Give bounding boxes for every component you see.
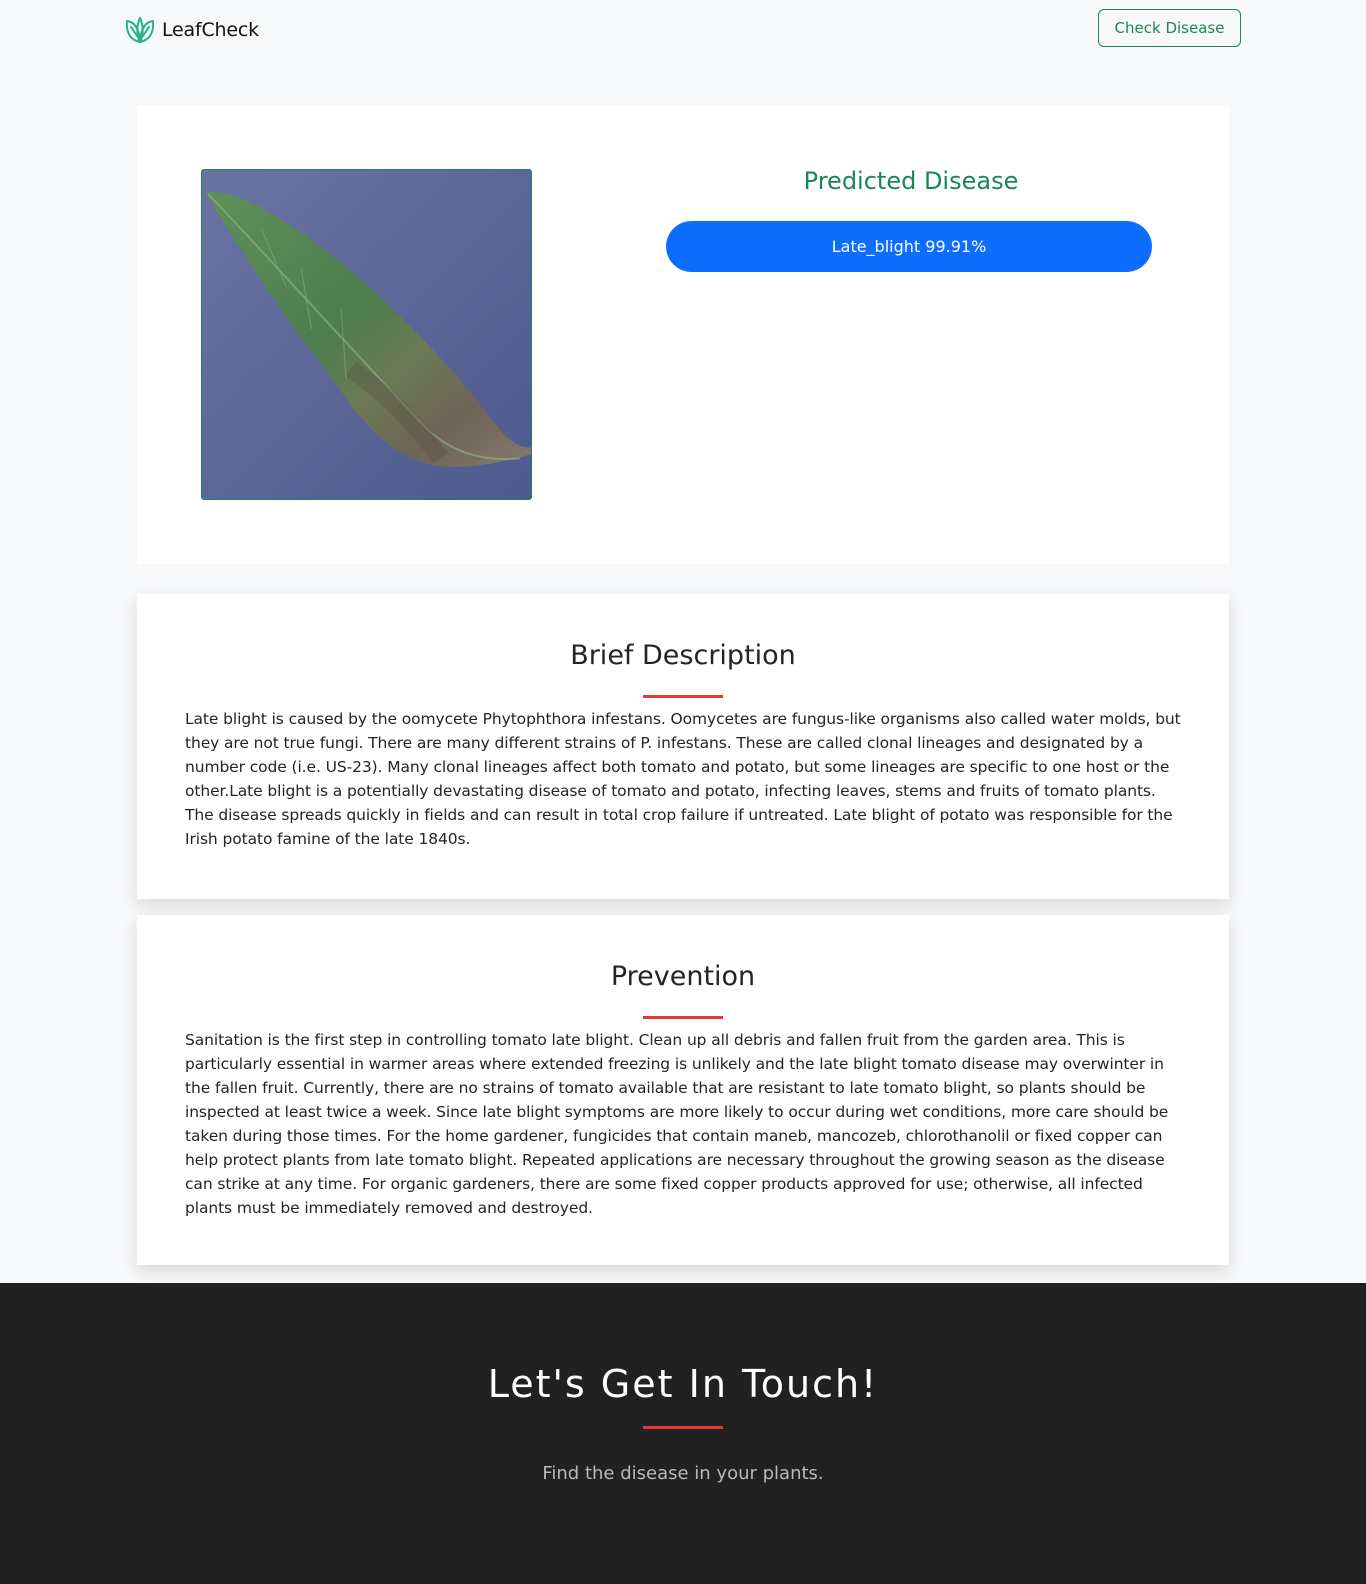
prevention-title: Prevention xyxy=(610,961,756,992)
footer-subtitle: Find the disease in your plants. xyxy=(542,1463,824,1484)
navbar: LeafCheck Check Disease xyxy=(0,0,1366,58)
leaf-image xyxy=(201,169,532,500)
result-card: Predicted Disease Late_blight 99.91% xyxy=(137,105,1229,564)
leaf-photo xyxy=(202,170,531,499)
prediction-badge: Late_blight 99.91% xyxy=(666,221,1152,272)
footer-divider xyxy=(643,1426,723,1429)
footer: Let's Get In Touch! Find the disease in … xyxy=(0,1283,1366,1584)
predicted-disease-title: Predicted Disease xyxy=(803,167,1019,195)
description-divider xyxy=(643,695,723,698)
prevention-divider xyxy=(643,1016,723,1019)
brand[interactable]: LeafCheck xyxy=(124,14,259,46)
description-title: Brief Description xyxy=(570,640,796,671)
footer-title: Let's Get In Touch! xyxy=(487,1362,879,1406)
brand-name: LeafCheck xyxy=(162,19,259,41)
leaf-logo-icon xyxy=(125,17,155,43)
check-disease-button[interactable]: Check Disease xyxy=(1098,9,1241,47)
prevention-text: Sanitation is the first step in controll… xyxy=(185,1031,1169,1217)
description-card: Brief Description Late blight is caused … xyxy=(137,594,1229,899)
prevention-card: Prevention Sanitation is the first step … xyxy=(137,915,1229,1265)
description-text: Late blight is caused by the oomycete Ph… xyxy=(185,710,1181,848)
